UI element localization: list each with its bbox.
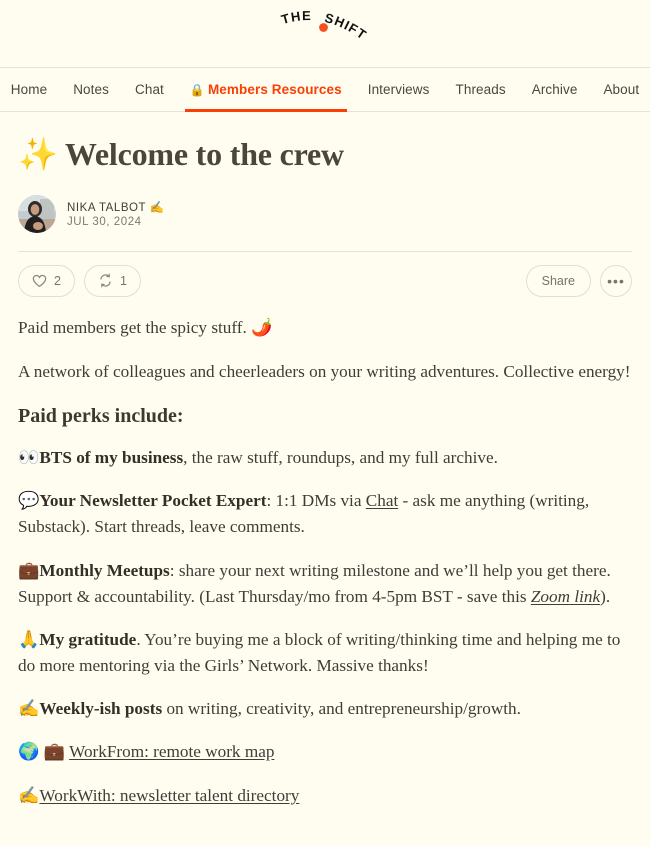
page-title: ✨ Welcome to the crew: [18, 136, 632, 173]
nav-item-chat[interactable]: Chat: [122, 68, 177, 111]
paragraph-intro-2: A network of colleagues and cheerleaders…: [18, 361, 631, 381]
nav-item-notes[interactable]: Notes: [60, 68, 122, 111]
writing-hand-icon: ✍️: [18, 699, 40, 719]
zoom-link[interactable]: Zoom link: [531, 587, 600, 606]
nav-item-about[interactable]: About: [590, 68, 650, 111]
ellipsis-icon: •••: [607, 272, 625, 289]
chili-pepper-icon: 🌶️: [251, 317, 273, 337]
speech-balloon-icon: 💬: [18, 491, 40, 511]
post-title-text: Welcome to the crew: [64, 136, 344, 172]
nav-item-archive[interactable]: Archive: [519, 68, 591, 111]
author-name[interactable]: NIKA TALBOT ✍️: [67, 200, 165, 214]
like-count: 2: [54, 273, 61, 288]
perk-item-monthly-meetups: 💼Monthly Meetups: share your next writin…: [18, 560, 611, 606]
heart-icon: [32, 274, 47, 288]
main-navigation: Home Notes Chat 🔒 Members Resources Inte…: [0, 68, 650, 112]
writing-hand-icon: ✍️: [149, 201, 165, 214]
site-masthead: THE SHIFT: [0, 0, 650, 68]
sparkles-icon: ✨: [18, 136, 58, 172]
like-button[interactable]: 2: [18, 264, 75, 297]
post-date: JUL 30, 2024: [67, 215, 142, 228]
perk-title: Weekly-ish posts: [39, 699, 163, 719]
nav-item-home[interactable]: Home: [0, 68, 60, 111]
avatar[interactable]: [18, 194, 56, 233]
nav-label: Members Resources: [207, 82, 342, 97]
perks-heading: Paid perks include:: [18, 405, 184, 428]
workfrom-link[interactable]: WorkFrom: remote work map: [69, 742, 274, 761]
site-logo[interactable]: THE SHIFT: [277, 11, 373, 57]
restack-icon: [98, 273, 113, 288]
nav-item-members-resources[interactable]: 🔒 Members Resources: [177, 68, 355, 112]
nav-item-threads[interactable]: Threads: [443, 68, 519, 111]
perk-item-bts: 👀BTS of my business, the raw stuff, roun…: [18, 448, 498, 468]
share-label: Share: [541, 273, 575, 288]
resource-link-workwith: ✍️WorkWith: newsletter talent directory: [18, 783, 632, 809]
svg-text:SHIFT: SHIFT: [323, 11, 370, 43]
post-article: ✨ Welcome to the crew NIKA TALBOT ✍️ JUL…: [0, 112, 650, 809]
nav-label: Notes: [73, 82, 109, 97]
nav-label: Archive: [531, 82, 578, 97]
nav-label: About: [603, 82, 640, 97]
perk-title: BTS of my business: [39, 448, 184, 468]
byline: NIKA TALBOT ✍️ JUL 30, 2024: [18, 194, 632, 233]
globe-icon: 🌍: [18, 742, 40, 762]
logo-dot: [319, 22, 328, 32]
perk-item-gratitude: 🙏My gratitude. You’re buying me a block …: [18, 629, 621, 675]
eyes-icon: 👀: [18, 448, 40, 468]
nav-label: Chat: [134, 82, 164, 97]
workwith-link[interactable]: WorkWith: newsletter talent directory: [39, 786, 299, 805]
perk-title: Monthly Meetups: [39, 560, 170, 580]
writing-hand-icon: ✍️: [18, 786, 40, 806]
perk-title: My gratitude: [39, 629, 137, 649]
nav-label: Threads: [455, 82, 506, 97]
chat-link[interactable]: Chat: [366, 491, 398, 510]
byline-text: NIKA TALBOT ✍️ JUL 30, 2024: [67, 200, 165, 228]
folded-hands-icon: 🙏: [18, 629, 40, 649]
perk-item-weekly-posts: ✍️Weekly-ish posts on writing, creativit…: [18, 699, 521, 719]
nav-label: Home: [10, 82, 48, 97]
post-body: Paid members get the spicy stuff. 🌶️ A n…: [18, 311, 632, 810]
share-button[interactable]: Share: [525, 264, 591, 297]
nav-label: Interviews: [367, 82, 430, 97]
restack-count: 1: [119, 273, 127, 288]
resource-link-workfrom: 🌍 💼 WorkFrom: remote work map: [18, 739, 632, 765]
svg-text:THE: THE: [280, 11, 312, 27]
lock-icon: 🔒: [189, 82, 205, 97]
briefcase-icon: 💼: [18, 560, 40, 580]
more-options-button[interactable]: •••: [600, 264, 632, 297]
nav-item-interviews[interactable]: Interviews: [355, 68, 443, 111]
briefcase-icon: 💼: [43, 742, 66, 762]
restack-button[interactable]: 1: [83, 264, 141, 297]
perk-item-pocket-expert: 💬Your Newsletter Pocket Expert: 1:1 DMs …: [18, 491, 590, 537]
perk-title: Your Newsletter Pocket Expert: [39, 491, 267, 511]
post-action-bar: 2 1 Share •••: [18, 252, 632, 311]
paragraph-intro-1: Paid members get the spicy stuff. 🌶️: [18, 317, 273, 337]
